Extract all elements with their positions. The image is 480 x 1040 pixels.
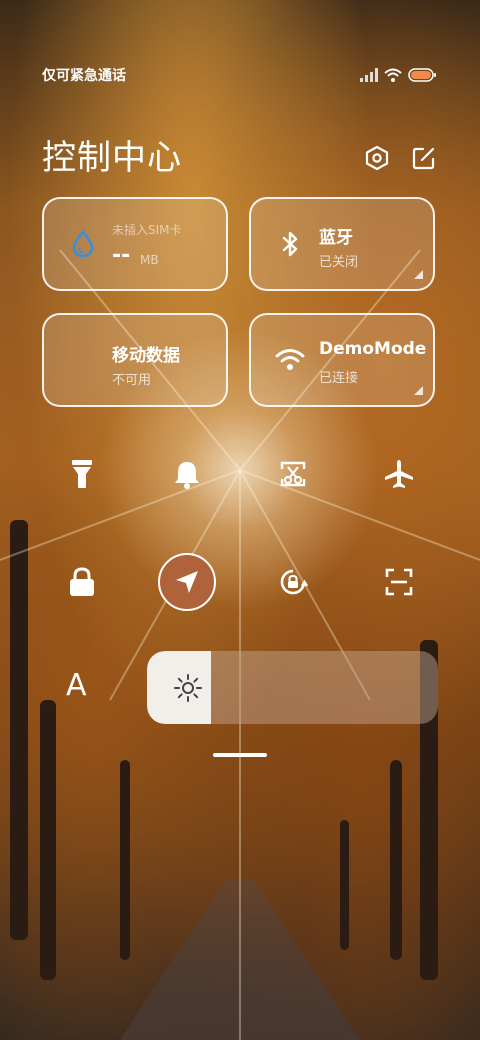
data-usage-value: -- xyxy=(112,243,131,268)
data-usage-unit: MB xyxy=(140,253,159,267)
lock-icon xyxy=(70,567,94,596)
airplane-mode-button[interactable] xyxy=(371,446,427,502)
mobile-data-tile[interactable]: 移动数据 不可用 xyxy=(42,313,228,407)
bluetooth-icon xyxy=(282,231,298,257)
expand-corner-icon xyxy=(414,270,423,279)
flashlight-icon xyxy=(72,460,92,488)
flashlight-button[interactable] xyxy=(54,446,110,502)
bluetooth-tile[interactable]: 蓝牙 已关闭 xyxy=(249,197,435,291)
lock-screen-button[interactable] xyxy=(54,554,110,610)
bell-icon xyxy=(175,462,199,489)
settings-icon[interactable] xyxy=(364,145,390,171)
bluetooth-label: 蓝牙 xyxy=(319,228,353,248)
sim-status-text: 未插入SIM卡 xyxy=(112,223,182,237)
mobile-data-status: 不可用 xyxy=(112,373,152,388)
wifi-status-icon xyxy=(384,68,402,82)
wifi-status: 已连接 xyxy=(319,371,359,386)
location-arrow-icon xyxy=(176,571,198,593)
bluetooth-status: 已关闭 xyxy=(319,255,359,270)
rotation-lock-icon xyxy=(280,569,309,595)
brightness-sun-icon xyxy=(174,674,202,702)
scanner-button[interactable] xyxy=(371,554,427,610)
wifi-icon xyxy=(275,349,305,370)
location-button[interactable] xyxy=(158,553,216,611)
page-title: 控制中心 xyxy=(42,138,182,178)
screenshot-button[interactable] xyxy=(265,446,321,502)
rotation-lock-button[interactable] xyxy=(265,554,321,610)
data-usage-tile[interactable]: 未插入SIM卡 -- MB xyxy=(42,197,228,291)
water-drop-icon xyxy=(72,229,94,258)
scissors-icon xyxy=(280,461,306,487)
font-size-button[interactable]: A xyxy=(66,668,87,703)
wifi-tile[interactable]: DemoMode 已连接 xyxy=(249,313,435,407)
ringer-button[interactable] xyxy=(159,446,215,502)
wifi-network-name: DemoMode xyxy=(319,339,427,359)
signal-icon xyxy=(360,68,378,82)
scan-icon xyxy=(385,568,413,596)
brightness-slider[interactable] xyxy=(147,651,438,724)
edit-icon[interactable] xyxy=(411,145,437,171)
battery-icon xyxy=(408,68,436,82)
drag-handle[interactable] xyxy=(213,753,267,757)
control-center-screen: 仅可紧急通话 控制中心 未插入SIM卡 -- MB 蓝牙 已关闭 移动数据 不可… xyxy=(0,0,480,1040)
status-bar: 仅可紧急通话 xyxy=(42,64,436,86)
carrier-text: 仅可紧急通话 xyxy=(42,68,126,84)
mobile-data-label: 移动数据 xyxy=(112,346,180,366)
expand-corner-icon xyxy=(414,386,423,395)
airplane-icon xyxy=(385,460,413,488)
status-icons xyxy=(360,68,436,82)
